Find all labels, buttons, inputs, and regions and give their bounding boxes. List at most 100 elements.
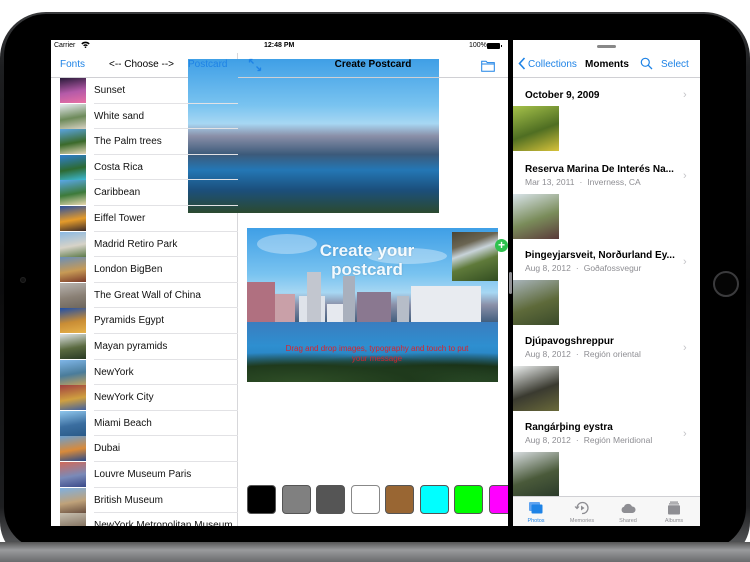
list-item[interactable]: Eiffel Tower xyxy=(51,205,238,232)
photo-thumbnail[interactable] xyxy=(513,280,559,325)
list-item[interactable]: The Palm trees xyxy=(51,129,238,155)
separator-dot: · xyxy=(579,177,583,187)
list-item-label: NewYork City xyxy=(94,392,154,404)
photo-thumbnail[interactable] xyxy=(513,106,559,151)
list-item[interactable]: Caribbean xyxy=(51,180,238,206)
cloud-icon xyxy=(620,501,636,515)
list-item[interactable]: White sand xyxy=(51,103,238,130)
building xyxy=(247,282,275,322)
list-item-label: White sand xyxy=(94,110,145,122)
clock: 12:48 PM xyxy=(264,42,295,49)
tab-shared[interactable]: Shared xyxy=(605,497,651,526)
list-item[interactable]: Dubai xyxy=(51,436,238,462)
add-image-button[interactable]: + xyxy=(495,239,508,252)
moment-title: Þingeyjarsveit, Norðurland Ey... xyxy=(525,250,675,261)
color-swatch-white[interactable] xyxy=(350,485,380,514)
list-item[interactable]: NewYork City xyxy=(51,385,238,411)
home-button[interactable] xyxy=(713,271,739,297)
list-item-label: Madrid Retiro Park xyxy=(94,238,178,250)
list-item[interactable]: The Great Wall of China xyxy=(51,282,238,309)
list-item[interactable]: NewYork Metropolitan Museum xyxy=(51,513,238,526)
select-button[interactable]: Select xyxy=(661,59,689,70)
separator-dot: · xyxy=(575,263,579,273)
separator-dot: · xyxy=(575,435,579,445)
photo-thumbnail[interactable] xyxy=(513,366,559,411)
color-swatch-gray[interactable] xyxy=(281,485,311,514)
albums-icon xyxy=(666,501,682,515)
folder-icon[interactable] xyxy=(481,59,495,72)
battery-icon xyxy=(487,43,502,49)
list-item-label: Mayan pyramids xyxy=(94,340,168,352)
building xyxy=(275,294,295,322)
page-title: Create Postcard xyxy=(334,59,412,70)
list-item[interactable]: Pyramids Egypt xyxy=(51,308,238,334)
background-list[interactable]: Sunset White sand The Palm trees Costa Rica… xyxy=(51,78,238,526)
chevron-left-icon[interactable] xyxy=(518,57,526,73)
slide-over-grabber[interactable] xyxy=(597,45,616,48)
postcard-canvas[interactable]: Create your postcard Drag and drop image… xyxy=(247,228,498,382)
list-item[interactable]: Sunset xyxy=(51,78,238,104)
moment-title: Rangárþing eystra xyxy=(525,422,613,433)
thumbnail-image xyxy=(60,436,86,462)
detail-nav-bar: Create Postcard xyxy=(238,53,508,78)
tab-albums[interactable]: Albums xyxy=(651,497,697,526)
tab-memories[interactable]: Memories xyxy=(559,497,605,526)
moment-title: Reserva Marina De Interés Na... xyxy=(525,164,674,175)
color-swatch-black[interactable] xyxy=(247,485,276,514)
building xyxy=(397,296,409,322)
thumbnail-image xyxy=(60,180,86,206)
moment-date: Mar 13, 2011 xyxy=(525,177,575,187)
color-swatch-magenta[interactable] xyxy=(488,485,508,514)
thumbnail-image xyxy=(60,385,86,411)
split-view-handle[interactable] xyxy=(509,272,512,294)
moment-subtitle: Aug 8, 2012 · Región oriental xyxy=(525,349,641,359)
chevron-right-icon: › xyxy=(683,342,687,354)
list-item[interactable]: Mayan pyramids xyxy=(51,333,238,360)
color-swatch-brown[interactable] xyxy=(385,485,414,514)
search-icon[interactable] xyxy=(640,57,653,70)
moment-place: Inverness, CA xyxy=(587,177,641,187)
thumbnail-image xyxy=(60,154,86,180)
thumbnail-image xyxy=(60,308,86,334)
list-item-label: The Great Wall of China xyxy=(94,289,201,301)
screen: Carrier 12:48 PM 100% Fonts <-- Choose -… xyxy=(51,40,700,526)
list-item[interactable]: Madrid Retiro Park xyxy=(51,231,238,258)
thumbnail-image xyxy=(60,359,86,385)
photo-thumbnail[interactable] xyxy=(513,194,559,239)
list-item-label: Caribbean xyxy=(94,187,141,199)
list-item[interactable]: Miami Beach xyxy=(51,410,238,437)
moment-place: Región oriental xyxy=(583,349,641,359)
list-item[interactable]: British Museum xyxy=(51,487,238,514)
color-swatch-cyan[interactable] xyxy=(419,485,449,514)
thumbnail-image xyxy=(60,513,86,526)
thumbnail-image xyxy=(60,410,86,436)
postcard-title[interactable]: Create your postcard xyxy=(287,241,447,279)
thumbnail-image xyxy=(60,129,86,155)
moment-place: Región Meridional xyxy=(583,435,653,445)
thumbnail-image xyxy=(60,78,86,103)
thumbnail-image xyxy=(60,103,86,129)
waterfall-sticker-image[interactable] xyxy=(452,232,498,281)
list-item[interactable]: London BigBen xyxy=(51,257,238,283)
collections-back-button[interactable]: Collections xyxy=(528,59,577,70)
moment-date: Aug 8, 2012 xyxy=(525,263,571,273)
separator-dot: · xyxy=(575,349,579,359)
tab-photos[interactable]: Photos xyxy=(513,497,559,526)
front-camera xyxy=(20,277,26,283)
list-item[interactable]: Louvre Museum Paris xyxy=(51,461,238,488)
moment-place: Goðafossvegur xyxy=(583,263,642,273)
moment-subtitle: Aug 8, 2012 · Región Meridional xyxy=(525,435,652,445)
photos-app: Collections Moments Select October 9, 20… xyxy=(513,40,700,526)
fonts-button[interactable]: Fonts xyxy=(60,59,85,70)
postcard-message[interactable]: Drag and drop images, typography and tou… xyxy=(277,344,477,364)
list-item-label: Pyramids Egypt xyxy=(94,315,165,327)
photo-thumbnail[interactable] xyxy=(513,452,559,497)
list-item[interactable]: Costa Rica xyxy=(51,154,238,181)
color-swatch-green[interactable] xyxy=(454,485,483,514)
device-bottom-edge xyxy=(0,542,750,562)
chevron-right-icon: › xyxy=(683,256,687,268)
postcard-app: Carrier 12:48 PM 100% Fonts <-- Choose -… xyxy=(51,40,508,526)
color-swatch-dark-gray[interactable] xyxy=(316,485,345,514)
tab-label: Albums xyxy=(664,518,684,524)
list-item[interactable]: NewYork xyxy=(51,359,238,386)
